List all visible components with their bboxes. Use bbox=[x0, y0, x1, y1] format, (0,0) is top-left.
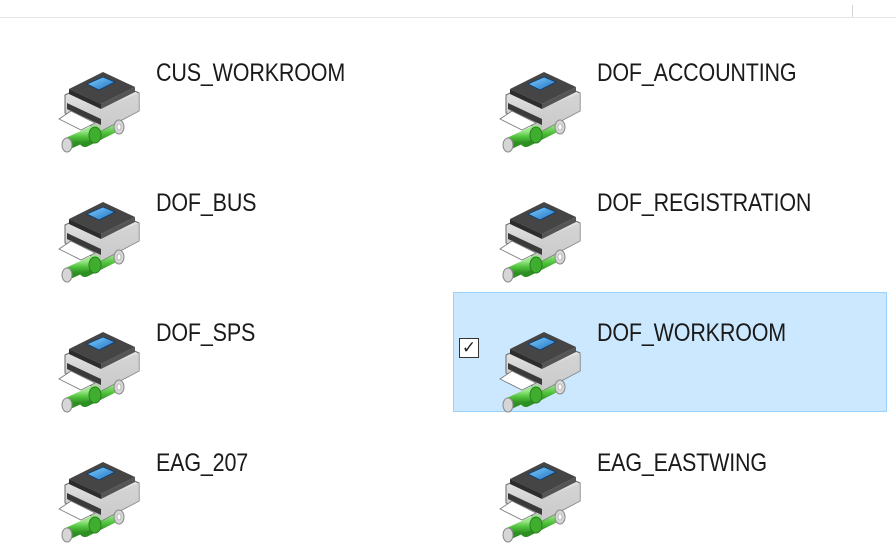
printer-item[interactable]: DOF_ACCOUNTING bbox=[453, 32, 887, 152]
network-printer-icon bbox=[496, 449, 584, 545]
printer-name: EAG_207 bbox=[156, 449, 249, 477]
printer-item[interactable]: DOF_BUS bbox=[12, 162, 446, 282]
printer-name: DOF_BUS bbox=[156, 189, 257, 217]
printer-name: DOF_REGISTRATION bbox=[597, 189, 812, 217]
printer-name: CUS_WORKROOM bbox=[156, 59, 346, 87]
network-printer-icon bbox=[496, 59, 584, 155]
printer-name: EAG_EASTWING bbox=[597, 449, 767, 477]
network-printer-icon bbox=[496, 319, 584, 415]
network-printer-icon bbox=[55, 449, 143, 545]
network-printer-icon bbox=[55, 319, 143, 415]
printer-grid: CUS_WORKROOM DOF_ACCOUNTING DOF_BUS DOF_… bbox=[0, 0, 896, 523]
printer-name: DOF_SPS bbox=[156, 319, 256, 347]
printer-item[interactable]: CUS_WORKROOM bbox=[12, 32, 446, 152]
printer-name: DOF_ACCOUNTING bbox=[597, 59, 797, 87]
printer-name: DOF_WORKROOM bbox=[597, 319, 787, 347]
network-printer-icon bbox=[496, 189, 584, 285]
printer-item[interactable]: EAG_EASTWING bbox=[453, 422, 887, 542]
printer-item[interactable]: DOF_REGISTRATION bbox=[453, 162, 887, 282]
printer-item[interactable]: DOF_SPS bbox=[12, 292, 446, 412]
printer-item-selected[interactable]: ✓ DOF_WORKROOM bbox=[453, 292, 887, 412]
network-printer-icon bbox=[55, 59, 143, 155]
item-checkbox[interactable]: ✓ bbox=[459, 338, 479, 358]
printer-item[interactable]: EAG_207 bbox=[12, 422, 446, 542]
network-printer-icon bbox=[55, 189, 143, 285]
